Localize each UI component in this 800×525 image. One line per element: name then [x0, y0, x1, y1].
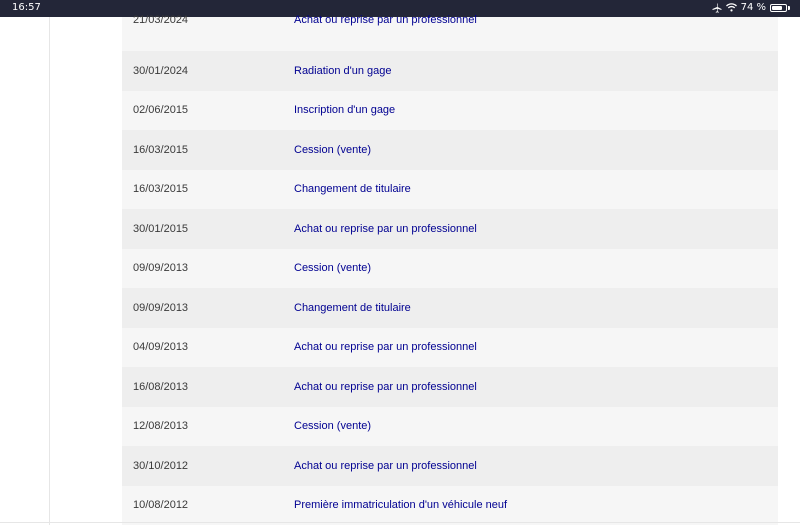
operation-label: Radiation d'un gage [294, 64, 392, 77]
wifi-icon [725, 3, 737, 12]
table-row: 30/01/2015 Achat ou reprise par un profes… [122, 209, 778, 249]
operation-label: Achat ou reprise par un professionnel [294, 222, 477, 235]
airplane-icon [712, 3, 722, 13]
operation-label: Cession (vente) [294, 420, 372, 433]
operation-label: Achat ou reprise par un professionnel [294, 14, 477, 26]
table-row: 16/03/2015 Cession (vente) [122, 130, 778, 170]
operation-label: Achat ou reprise par un professionnel [294, 380, 477, 393]
table-row: 30/10/2012 Achat ou reprise par un profes… [122, 446, 778, 486]
operation-label: Cession (vente) [294, 262, 372, 275]
divider [0, 522, 800, 523]
operation-date: 16/03/2015 [133, 183, 189, 196]
operation-date: 04/09/2013 [133, 341, 189, 354]
table-row: 30/01/2024 Radiation d'un gage [122, 51, 778, 91]
battery-level-fill [772, 5, 782, 10]
operation-date: 16/08/2013 [133, 380, 189, 393]
operation-label: Inscription d'un gage [294, 104, 396, 117]
operation-date: 30/10/2012 [133, 459, 189, 472]
battery-percent: 74 % [740, 2, 766, 13]
table-body: 30/01/2024 Radiation d'un gage 02/06/2015 I… [122, 51, 778, 525]
status-icons: 74 % [712, 2, 790, 13]
table-row: 09/09/2013 Cession (vente) [122, 248, 778, 288]
table-row: 21/03/2024 Achat ou reprise par un profe… [122, 14, 778, 51]
operation-date: 10/08/2012 [133, 499, 189, 512]
table-row: 12/08/2013 Cession (vente) [122, 406, 778, 446]
operation-date: 21/03/2024 [133, 14, 189, 26]
table-row: 02/06/2015 Inscription d'un gage [122, 90, 778, 130]
operation-label: Cession (vente) [294, 143, 372, 156]
operation-label: Changement de titulaire [294, 183, 411, 196]
table-row: 10/08/2012 Première immatriculation d'un … [122, 485, 778, 525]
table-row: 16/03/2015 Changement de titulaire [122, 169, 778, 209]
operation-date: 09/09/2013 [133, 301, 189, 314]
operation-date: 02/06/2015 [133, 104, 189, 117]
operation-label: Première immatriculation d'un véhicule n… [294, 499, 508, 512]
page-content: 21/03/2024 Achat ou reprise par un profe… [49, 14, 778, 525]
table-row: 16/08/2013 Achat ou reprise par un profes… [122, 367, 778, 407]
operation-label: Achat ou reprise par un professionnel [294, 341, 477, 354]
battery-tip [788, 5, 790, 10]
operation-date: 30/01/2015 [133, 222, 189, 235]
table-row: 04/09/2013 Achat ou reprise par un profes… [122, 327, 778, 367]
operation-date: 09/09/2013 [133, 262, 189, 275]
status-time: 16:57 [12, 2, 41, 13]
operation-date: 30/01/2024 [133, 64, 189, 77]
operation-date: 16/03/2015 [133, 143, 189, 156]
battery-icon [770, 3, 787, 12]
operations-history-table: 21/03/2024 Achat ou reprise par un profe… [122, 14, 778, 525]
operation-date: 12/08/2013 [133, 420, 189, 433]
table-row: 09/09/2013 Changement de titulaire [122, 288, 778, 328]
operation-label: Achat ou reprise par un professionnel [294, 459, 477, 472]
operation-label: Changement de titulaire [294, 301, 411, 314]
